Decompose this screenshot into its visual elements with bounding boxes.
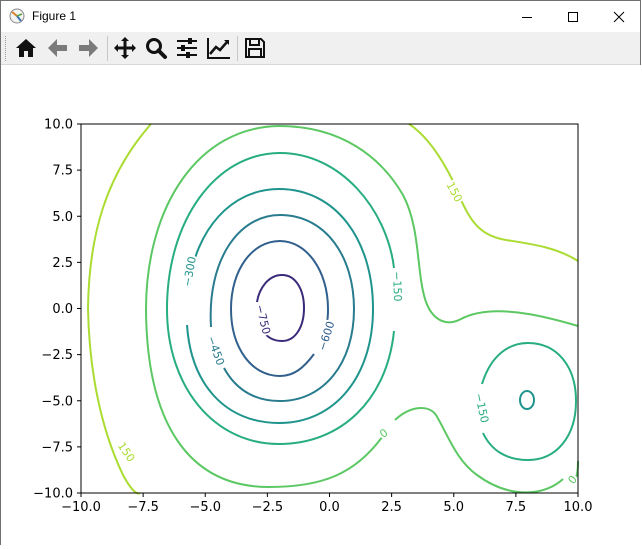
y-tick-label: −10.0 (33, 487, 73, 502)
contour-line-neg600 (229, 239, 330, 378)
forward-button[interactable] (74, 34, 102, 62)
configure-subplots-button[interactable] (173, 34, 201, 62)
edit-axis-line-icon (207, 38, 230, 59)
x-tick-label: −10.0 (61, 500, 101, 515)
y-tick-label: 0.0 (52, 302, 73, 317)
y-tick-label: 7.5 (52, 164, 73, 179)
zoom-button[interactable] (142, 34, 170, 62)
pan-move-icon (114, 37, 136, 59)
contour-line-150 (86, 123, 152, 495)
window-title: Figure 1 (32, 9, 77, 23)
x-tick-label: 7.5 (506, 500, 527, 515)
toolbar-separator (107, 36, 108, 61)
contour-line-neg300 (519, 390, 535, 410)
close-button[interactable] (596, 1, 642, 32)
contour-label: −600 (316, 320, 338, 353)
figure-canvas[interactable]: −750 −600 −450 −300 −150 −150 0 0 150 150 −10.0 −7… (1, 65, 641, 545)
configure-subplots-icon (177, 38, 197, 58)
forward-arrow-icon (79, 39, 98, 57)
maximize-button[interactable] (550, 1, 596, 32)
contour-lines (86, 123, 579, 495)
maximize-icon (568, 11, 578, 22)
close-icon (613, 11, 625, 22)
contour-labels: −750−600−450−300 −150−15000150150 (113, 178, 582, 489)
contour-line-neg300 (186, 187, 375, 425)
y-tick-label: 2.5 (52, 256, 73, 271)
matplotlib-app-icon (9, 8, 25, 24)
x-tick-label: −7.5 (127, 500, 159, 515)
contour-label: −150 (390, 271, 404, 302)
x-tick-label: 2.5 (381, 500, 402, 515)
contour-line-150 (408, 123, 579, 262)
x-tick-label: 5.0 (443, 500, 464, 515)
contour-label: −150 (472, 392, 491, 424)
y-axis-ticks: 10.0 7.5 5.0 2.5 0.0 −2.5 −5.0 −7.5 −10.0 (33, 118, 81, 502)
x-tick-label: −2.5 (252, 500, 284, 515)
title-bar[interactable]: Figure 1 (1, 1, 640, 32)
y-tick-label: 10.0 (44, 118, 73, 133)
figure-window: Figure 1 −750 −600 −450 −300 −150 −150 0… (0, 0, 641, 545)
contour-label: 0 (377, 426, 390, 441)
contour-label: −300 (181, 256, 199, 288)
x-tick-label: 10.0 (564, 500, 593, 515)
toolbar-grip[interactable] (5, 36, 9, 61)
contour-line-neg150 (481, 341, 578, 462)
contour-label: 150 (115, 440, 138, 465)
contour-line-neg450 (209, 213, 356, 403)
x-tick-label: −5.0 (189, 500, 221, 515)
minimize-icon (522, 16, 532, 18)
back-arrow-icon (48, 39, 67, 57)
y-tick-label: −5.0 (41, 394, 73, 409)
navigation-toolbar (1, 32, 640, 65)
zoom-magnifier-icon (146, 38, 167, 59)
save-floppy-icon (245, 38, 265, 58)
x-axis-ticks: −10.0 −7.5 −5.0 −2.5 0.0 2.5 5.0 7.5 10.0 (61, 493, 592, 515)
save-button[interactable] (241, 34, 269, 62)
home-button[interactable] (12, 34, 40, 62)
contour-label: −450 (204, 334, 227, 367)
contour-label: −750 (253, 303, 273, 335)
axes-frame (80, 123, 579, 494)
y-tick-label: −2.5 (41, 348, 73, 363)
minimize-button[interactable] (504, 1, 550, 32)
toolbar-separator (237, 36, 238, 61)
back-button[interactable] (44, 34, 72, 62)
pan-button[interactable] (111, 34, 139, 62)
home-icon (16, 39, 36, 57)
edit-axis-button[interactable] (205, 34, 233, 62)
contour-plot: −750−600−450−300 −150−15000150150 −10.0 −7… (33, 118, 592, 516)
y-tick-label: −7.5 (41, 440, 73, 455)
y-tick-label: 5.0 (52, 210, 73, 225)
x-tick-label: 0.0 (319, 500, 340, 515)
